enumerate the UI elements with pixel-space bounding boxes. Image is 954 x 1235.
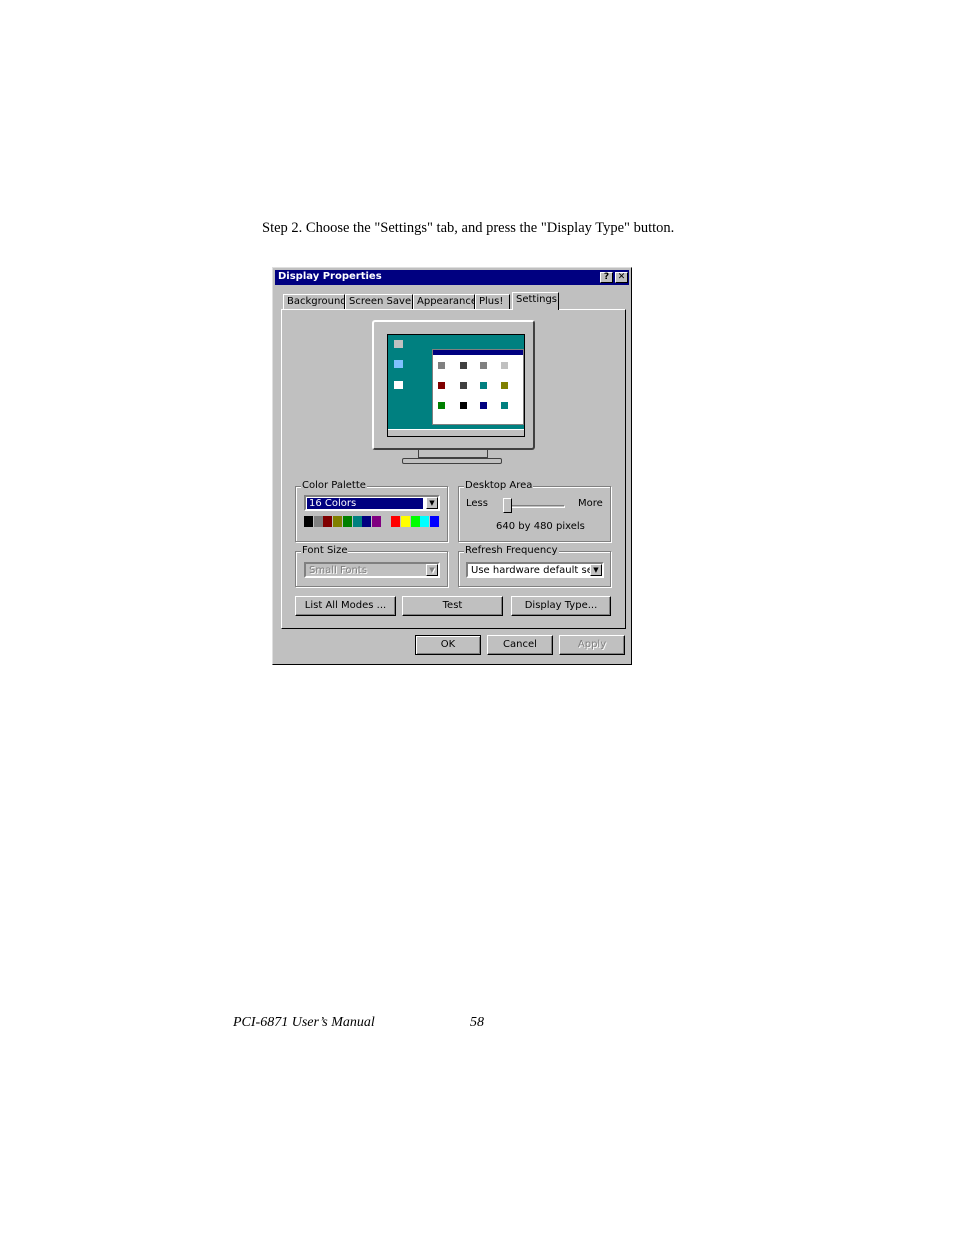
preview-taskbar [388, 429, 524, 436]
color-swatch [352, 516, 362, 527]
my-computer-icon [394, 340, 403, 348]
test-button[interactable]: Test [402, 596, 503, 616]
color-palette-value: 16 Colors [306, 497, 424, 510]
tool-icon [501, 362, 508, 369]
mini-window-titlebar [433, 350, 523, 355]
color-swatch [371, 516, 381, 527]
list-all-modes-button[interactable]: List All Modes ... [295, 596, 396, 616]
color-swatch [430, 516, 440, 527]
tab-appearance[interactable]: Appearance [413, 294, 477, 309]
tab-settings[interactable]: Settings [512, 292, 559, 310]
settings-panel: Color Palette 16 Colors ▼ Desktop Area L… [281, 309, 626, 629]
monitor-neck [418, 450, 488, 458]
color-swatch [410, 516, 420, 527]
chevron-down-icon[interactable]: ▼ [426, 497, 438, 509]
cancel-button[interactable]: Cancel [487, 635, 553, 655]
recycle-bin-icon [394, 381, 403, 389]
color-swatch-strip [304, 516, 440, 527]
font-size-select[interactable]: Small Fonts ▼ [304, 562, 440, 578]
font-size-label: Font Size [301, 545, 349, 556]
app-icon [501, 402, 508, 409]
network-icon [394, 360, 403, 368]
font-size-value: Small Fonts [309, 565, 367, 576]
app-icon [460, 382, 467, 389]
color-swatch [401, 516, 410, 527]
desktop-area-slider-thumb[interactable] [503, 498, 512, 513]
refresh-frequency-select[interactable]: Use hardware default settin ▼ [466, 562, 604, 578]
less-label: Less [466, 498, 488, 509]
color-palette-label: Color Palette [301, 480, 367, 491]
desktop-area-group: Desktop Area Less More 640 by 480 pixels [458, 480, 611, 542]
app-icon [501, 382, 508, 389]
tab-background[interactable]: Background [283, 294, 347, 309]
font-size-group: Font Size Small Fonts ▼ [295, 545, 448, 587]
more-label: More [578, 498, 603, 509]
color-swatch [304, 516, 313, 527]
dialog-title: Display Properties [278, 271, 382, 282]
display-type-button[interactable]: Display Type... [511, 596, 611, 616]
title-bar[interactable]: Display Properties ? ✕ [275, 270, 629, 285]
color-swatch [342, 516, 352, 527]
help-button[interactable]: ? [600, 272, 613, 283]
color-swatch [391, 516, 401, 527]
preview-screen [387, 334, 525, 437]
footer-manual-title: PCI-6871 User’s Manual [233, 1015, 375, 1030]
app-icon [438, 382, 445, 389]
mini-window [432, 349, 524, 425]
folder-icon [438, 362, 445, 369]
ok-button[interactable]: OK [415, 635, 481, 655]
app-icon [460, 402, 467, 409]
tab-screen-saver[interactable]: Screen Saver [345, 294, 415, 309]
instruction-text: Step 2. Choose the "Settings" tab, and p… [262, 220, 675, 236]
resolution-text: 640 by 480 pixels [496, 521, 585, 532]
tab-plus[interactable]: Plus! [475, 294, 510, 309]
chevron-down-icon[interactable]: ▼ [590, 564, 602, 576]
refresh-frequency-label: Refresh Frequency [464, 545, 559, 556]
refresh-frequency-group: Refresh Frequency Use hardware default s… [458, 545, 611, 587]
control-icon [480, 362, 487, 369]
color-palette-group: Color Palette 16 Colors ▼ [295, 480, 448, 542]
printer-icon [460, 362, 467, 369]
color-swatch [381, 516, 391, 527]
refresh-frequency-value: Use hardware default settin [471, 565, 591, 576]
app-icon [438, 402, 445, 409]
chevron-down-icon[interactable]: ▼ [426, 564, 438, 576]
close-button[interactable]: ✕ [615, 272, 628, 283]
monitor-bezel [372, 320, 535, 450]
color-palette-select[interactable]: 16 Colors ▼ [304, 495, 440, 511]
monitor-base [402, 458, 502, 464]
color-swatch [323, 516, 333, 527]
monitor-preview [372, 320, 535, 464]
app-icon [480, 402, 487, 409]
display-properties-dialog: Display Properties ? ✕ Background Screen… [272, 267, 632, 665]
app-icon [480, 382, 487, 389]
footer-page-number: 58 [470, 1015, 484, 1030]
desktop-area-label: Desktop Area [464, 480, 534, 491]
color-swatch [333, 516, 343, 527]
color-swatch [313, 516, 323, 527]
color-swatch [420, 516, 430, 527]
color-swatch [362, 516, 372, 527]
apply-button[interactable]: Apply [559, 635, 625, 655]
desktop-area-slider-track[interactable] [503, 505, 565, 508]
